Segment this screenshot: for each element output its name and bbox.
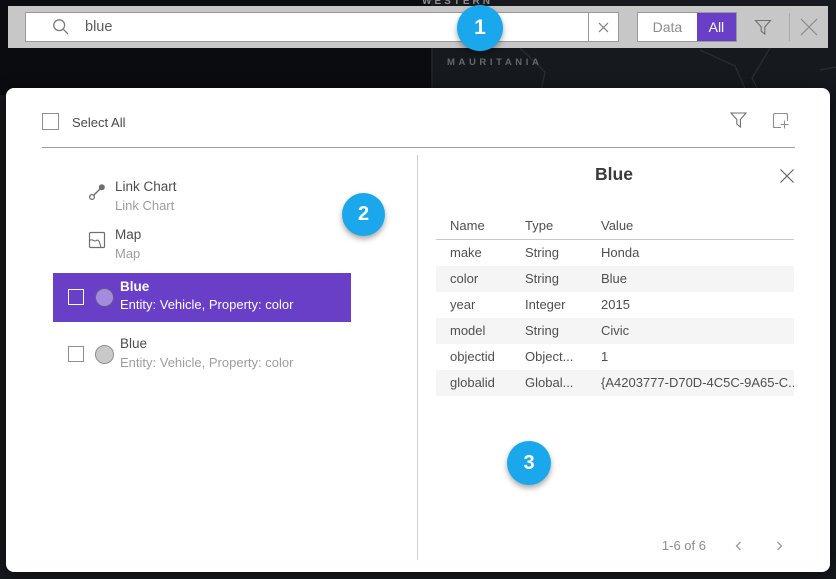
table-row: color String Blue — [436, 266, 794, 292]
attribute-table: Name Type Value make String Honda color … — [436, 213, 794, 396]
table-row: globalid Global... {A4203777-D70D-4C5C-9… — [436, 370, 794, 396]
cell-value: Civic — [601, 318, 794, 344]
table-header-row: Name Type Value — [436, 213, 794, 240]
search-overlay-screen: WESTERN MAURITANIA Data All — [0, 0, 836, 579]
cell-type: String — [525, 240, 601, 266]
scope-option-all[interactable]: All — [697, 13, 736, 41]
entity-circle-icon — [95, 288, 114, 307]
result-checkbox[interactable] — [68, 289, 84, 305]
cell-type: String — [525, 266, 601, 292]
link-chart-icon — [88, 182, 107, 201]
result-subtitle: Entity: Vehicle, Property: color — [120, 355, 293, 371]
add-selection-icon[interactable] — [770, 110, 790, 130]
cell-name: make — [450, 240, 525, 266]
search-input[interactable] — [85, 19, 588, 35]
column-header-type: Type — [525, 213, 601, 239]
pagination-label: 1-6 of 6 — [621, 538, 706, 553]
cell-value: {A4203777-D70D-4C5C-9A65-C... — [601, 370, 794, 396]
result-subtitle: Link Chart — [115, 198, 177, 214]
result-item-blue[interactable]: Blue Entity: Vehicle, Property: color — [53, 330, 351, 379]
pagination-prev-icon[interactable] — [730, 537, 748, 555]
scope-option-data[interactable]: Data — [638, 13, 697, 41]
column-header-value: Value — [601, 213, 794, 239]
result-title: Blue — [120, 279, 293, 295]
cell-type: String — [525, 318, 601, 344]
search-toolbar: Data All — [8, 6, 828, 48]
clear-search-button[interactable] — [588, 13, 618, 41]
result-title: Map — [115, 227, 141, 243]
cell-type: Global... — [525, 370, 601, 396]
panel-header-divider — [42, 147, 795, 148]
list-detail-divider — [417, 155, 418, 560]
result-title: Blue — [120, 336, 293, 352]
select-all-label: Select All — [72, 115, 125, 130]
cell-name: globalid — [450, 370, 525, 396]
results-panel: Select All Link Chart Link Chart Map — [6, 88, 830, 572]
scope-toggle: Data All — [637, 12, 737, 42]
entity-circle-icon — [95, 345, 114, 364]
result-item-link-chart[interactable]: Link Chart Link Chart — [53, 176, 351, 220]
search-icon — [52, 18, 70, 36]
table-row: model String Civic — [436, 318, 794, 344]
result-checkbox[interactable] — [68, 346, 84, 362]
annotation-callout-1: 1 — [457, 5, 503, 51]
annotation-callout-2: 2 — [342, 193, 385, 236]
cell-value: 2015 — [601, 292, 794, 318]
annotation-callout-3: 3 — [507, 441, 551, 485]
cell-name: objectid — [450, 344, 525, 370]
cell-value: 1 — [601, 344, 794, 370]
result-subtitle: Entity: Vehicle, Property: color — [120, 297, 293, 313]
cell-type: Object... — [525, 344, 601, 370]
select-all-checkbox[interactable] — [42, 113, 59, 130]
toolbar-divider — [789, 13, 790, 41]
table-row: year Integer 2015 — [436, 292, 794, 318]
cell-value: Honda — [601, 240, 794, 266]
result-subtitle: Map — [115, 246, 141, 262]
detail-close-icon[interactable] — [777, 166, 797, 186]
map-label-mauritania: MAURITANIA — [447, 57, 542, 68]
table-row: make String Honda — [436, 240, 794, 266]
pagination-next-icon[interactable] — [770, 537, 788, 555]
cell-value: Blue — [601, 266, 794, 292]
column-header-name: Name — [450, 213, 525, 239]
result-title: Link Chart — [115, 179, 177, 195]
results-filter-icon[interactable] — [728, 110, 748, 130]
cell-type: Integer — [525, 292, 601, 318]
map-icon — [88, 231, 106, 249]
clear-icon — [598, 22, 609, 33]
cell-name: model — [450, 318, 525, 344]
detail-title: Blue — [434, 164, 794, 185]
cell-name: year — [450, 292, 525, 318]
cell-name: color — [450, 266, 525, 292]
close-search-icon[interactable] — [799, 17, 819, 37]
result-item-map[interactable]: Map Map — [53, 224, 351, 268]
table-row: objectid Object... 1 — [436, 344, 794, 370]
result-item-blue-selected[interactable]: Blue Entity: Vehicle, Property: color — [53, 273, 351, 322]
toolbar-filter-icon[interactable] — [753, 17, 773, 37]
search-box — [25, 12, 619, 42]
